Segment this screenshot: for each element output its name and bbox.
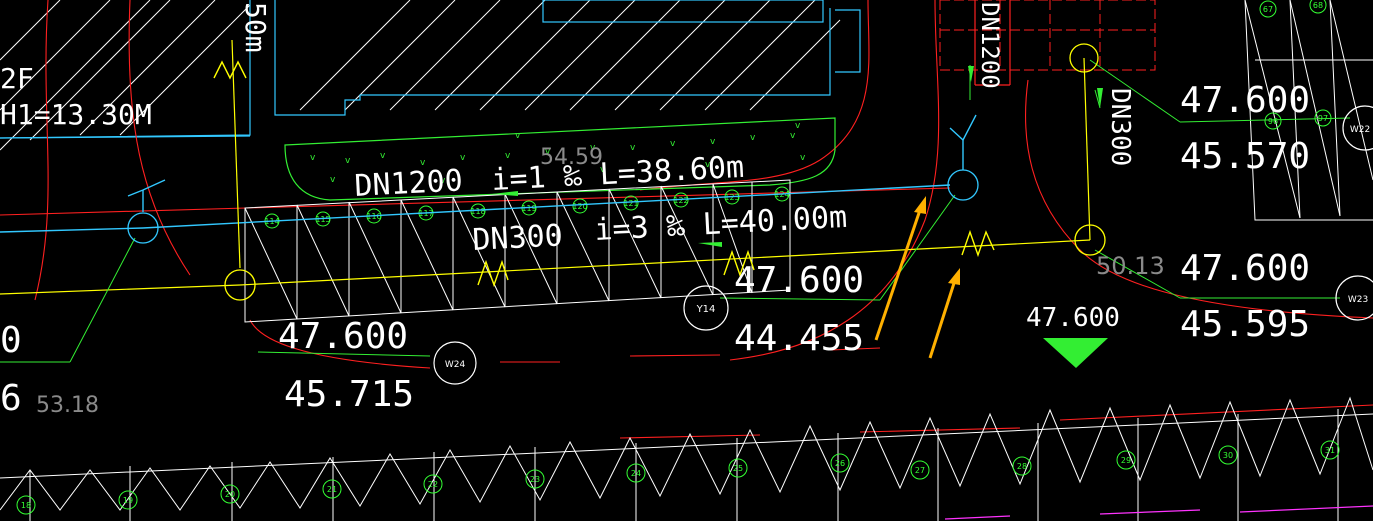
parking-stall-68: 68 [1309, 0, 1327, 14]
svg-text:v: v [790, 131, 796, 141]
svg-text:v: v [710, 137, 716, 147]
pipe-slope-dn1200: i=1 ‰ L=38.60m [491, 150, 745, 198]
well-w23-label: W23 [1348, 295, 1368, 305]
svg-text:v: v [630, 143, 636, 153]
stall-number: 23 [530, 475, 540, 484]
elevation-center-1: 47.600 [734, 260, 864, 301]
stall-number: 118 [470, 207, 485, 216]
vertical-label-dn300: DN300 [1105, 88, 1135, 166]
elevation-triangle-icon [1043, 338, 1108, 368]
parking-stall-121: 121 [623, 195, 639, 211]
elevation-left-2: 45.715 [284, 374, 414, 415]
well-w22[interactable]: W22 [1342, 105, 1373, 151]
stall-number: 21 [327, 485, 337, 494]
pipe-label-dn300: DN300 [472, 218, 564, 258]
well-y14-label: Y14 [696, 304, 716, 315]
svg-text:v: v [750, 133, 756, 143]
well-w24-label: W24 [445, 360, 466, 370]
faint-value-right: 50.13 [1096, 252, 1165, 280]
parking-stall-20: 20 [220, 484, 240, 504]
elevation-center-2: 44.455 [734, 318, 864, 359]
edge-digit-1: 0 [0, 320, 22, 361]
parking-stall-29: 29 [1116, 450, 1136, 470]
stall-number: 27 [915, 466, 925, 475]
orange-annotation-arrows [874, 196, 960, 359]
stall-number: 22 [428, 480, 438, 489]
stall-number: 120 [572, 202, 587, 211]
elevation-marker [1043, 338, 1108, 368]
stall-number: 24 [631, 469, 641, 478]
svg-text:v: v [670, 139, 676, 149]
stall-number: 26 [835, 459, 845, 468]
text-labels: 2F H1=13.30M DN1200 i=1 ‰ L=38.60m 54.59… [0, 2, 1310, 419]
parking-stall-19: 19 [118, 490, 138, 510]
parking-stall-67: 67 [1259, 0, 1277, 18]
stall-number: 121 [623, 199, 638, 208]
stall-number: 29 [1121, 456, 1131, 465]
pipe-label-dn1200: DN1200 [354, 163, 464, 204]
svg-text:v: v [505, 151, 511, 161]
building-hatch-center [299, 0, 841, 111]
parking-stall-31: 31 [1320, 440, 1340, 460]
stall-number: 115 [315, 215, 330, 224]
building-floor-label: 2F [0, 62, 34, 95]
stall-number: 18 [21, 501, 31, 510]
parking-stall-21: 21 [322, 479, 342, 499]
parking-stall-27: 27 [910, 460, 930, 480]
faint-value-left: 53.18 [36, 393, 99, 418]
svg-text:v: v [460, 153, 466, 163]
magenta-marks [944, 505, 1373, 520]
stall-number: 20 [225, 490, 235, 499]
stall-number: 67 [1263, 5, 1273, 14]
elevation-right-mid-2: 45.595 [1180, 304, 1310, 345]
edge-digit-2: 6 [0, 378, 22, 419]
parking-stall-22: 22 [423, 474, 443, 494]
vertical-label-left: 50m [239, 2, 272, 53]
well-w23[interactable]: W23 [1335, 275, 1373, 321]
parking-stall-97: 97 [1314, 109, 1332, 127]
pipe-faint-value: 54.59 [540, 145, 603, 170]
parking-stall-120: 120 [572, 198, 588, 214]
stall-number: 25 [733, 464, 743, 473]
parking-stall-26: 26 [830, 453, 850, 473]
parking-stall-30: 30 [1218, 445, 1238, 465]
stall-number: 122 [673, 196, 688, 205]
building-height-label: H1=13.30M [0, 98, 152, 131]
parking-stall-18: 18 [16, 495, 36, 515]
elevation-left-1: 47.600 [278, 316, 408, 357]
stall-number: 19 [123, 496, 133, 505]
svg-text:v: v [380, 151, 386, 161]
well-y14[interactable]: Y14 [683, 285, 729, 331]
elevation-top-right-2: 45.570 [1180, 136, 1310, 177]
svg-text:v: v [515, 131, 521, 141]
stall-number: 28 [1017, 462, 1027, 471]
vertical-label-dn1200: DN1200 [976, 2, 1004, 89]
elevation-marker-value: 47.600 [1026, 303, 1120, 333]
well-w22-label: W22 [1350, 125, 1370, 135]
stall-number: 30 [1223, 451, 1233, 460]
svg-text:v: v [345, 156, 351, 166]
elevation-top-right-1: 47.600 [1180, 80, 1310, 121]
svg-text:v: v [795, 121, 801, 131]
cad-drawing-canvas[interactable]: vvv vvv vvv vvv vv v v vv vv 114 115 116… [0, 0, 1373, 521]
stall-number: 68 [1313, 1, 1323, 10]
well-w24[interactable]: W24 [433, 341, 477, 385]
svg-text:v: v [310, 153, 316, 163]
svg-text:v: v [800, 153, 806, 163]
building-right-dashed [939, 0, 1156, 71]
parking-bottom-row [0, 396, 1373, 521]
svg-text:v: v [330, 175, 336, 185]
parking-stall-28: 28 [1012, 456, 1032, 476]
stall-number: 119 [521, 204, 536, 213]
elevation-right-mid-1: 47.600 [1180, 248, 1310, 289]
manhole-cyan-right [947, 169, 979, 201]
stall-number: 31 [1325, 446, 1335, 455]
